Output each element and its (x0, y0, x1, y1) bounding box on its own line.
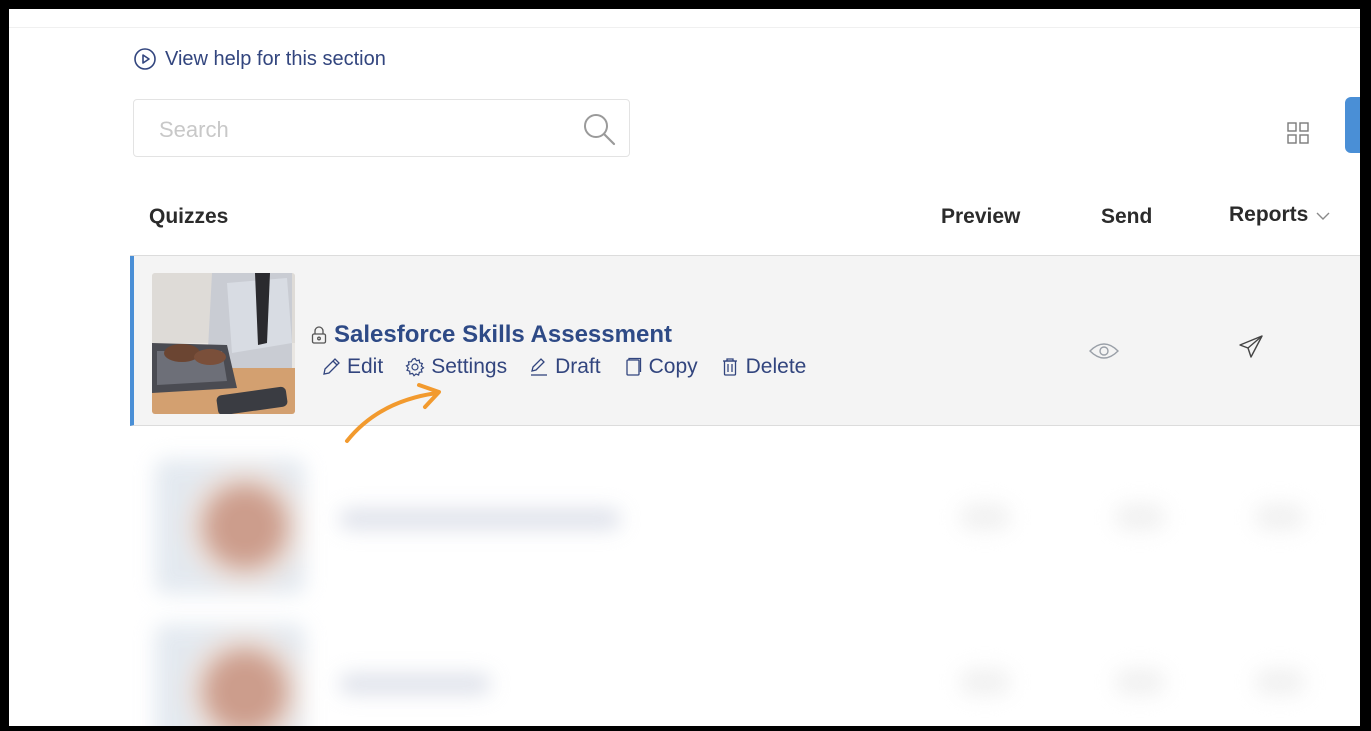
edit-label: Edit (347, 355, 384, 378)
help-link-label: View help for this section (165, 47, 386, 70)
delete-button[interactable]: Delete (720, 355, 807, 379)
quiz-thumbnail[interactable] (152, 273, 295, 414)
column-header-quizzes: Quizzes (149, 205, 229, 228)
header-divider (9, 27, 1360, 28)
paper-plane-icon[interactable] (1238, 334, 1264, 360)
delete-label: Delete (745, 355, 807, 378)
column-header-send: Send (1101, 205, 1153, 228)
column-header-reports[interactable]: Reports (1229, 203, 1332, 227)
edit-button[interactable]: Edit (321, 355, 383, 379)
grid-view-icon[interactable] (1286, 121, 1310, 145)
trash-icon (722, 358, 737, 376)
lock-icon (310, 325, 328, 345)
settings-button[interactable]: Settings (405, 355, 507, 379)
column-header-preview: Preview (941, 205, 1021, 228)
primary-action-button-edge[interactable] (1345, 97, 1360, 153)
draft-label: Draft (555, 355, 601, 378)
pencil-icon (323, 358, 340, 375)
blurred-table-row (130, 614, 1360, 726)
search-box (133, 99, 630, 157)
table-row: Salesforce Skills Assessment Edit Settin… (130, 256, 1360, 426)
chevron-down-icon (1316, 212, 1330, 220)
column-header-reports-label: Reports (1229, 203, 1309, 226)
search-input[interactable] (157, 114, 561, 146)
copy-button[interactable]: Copy (623, 355, 698, 379)
eye-icon[interactable] (1089, 341, 1119, 361)
gear-icon (405, 357, 425, 377)
copy-icon (625, 357, 641, 376)
copy-label: Copy (648, 355, 698, 378)
quiz-title-link[interactable]: Salesforce Skills Assessment (334, 321, 672, 349)
draft-button[interactable]: Draft (529, 355, 601, 379)
quiz-title-wrap: Salesforce Skills Assessment (310, 321, 672, 349)
blurred-table-row (130, 449, 1360, 599)
page-frame: View help for this section Quizzes Previ… (9, 9, 1360, 726)
quiz-actions: Edit Settings Draft Copy Delete (321, 355, 806, 379)
help-link[interactable]: View help for this section (133, 47, 386, 71)
settings-label: Settings (431, 355, 508, 378)
draft-pen-icon (531, 358, 548, 376)
search-icon[interactable] (581, 111, 617, 147)
play-circle-icon (133, 47, 157, 71)
